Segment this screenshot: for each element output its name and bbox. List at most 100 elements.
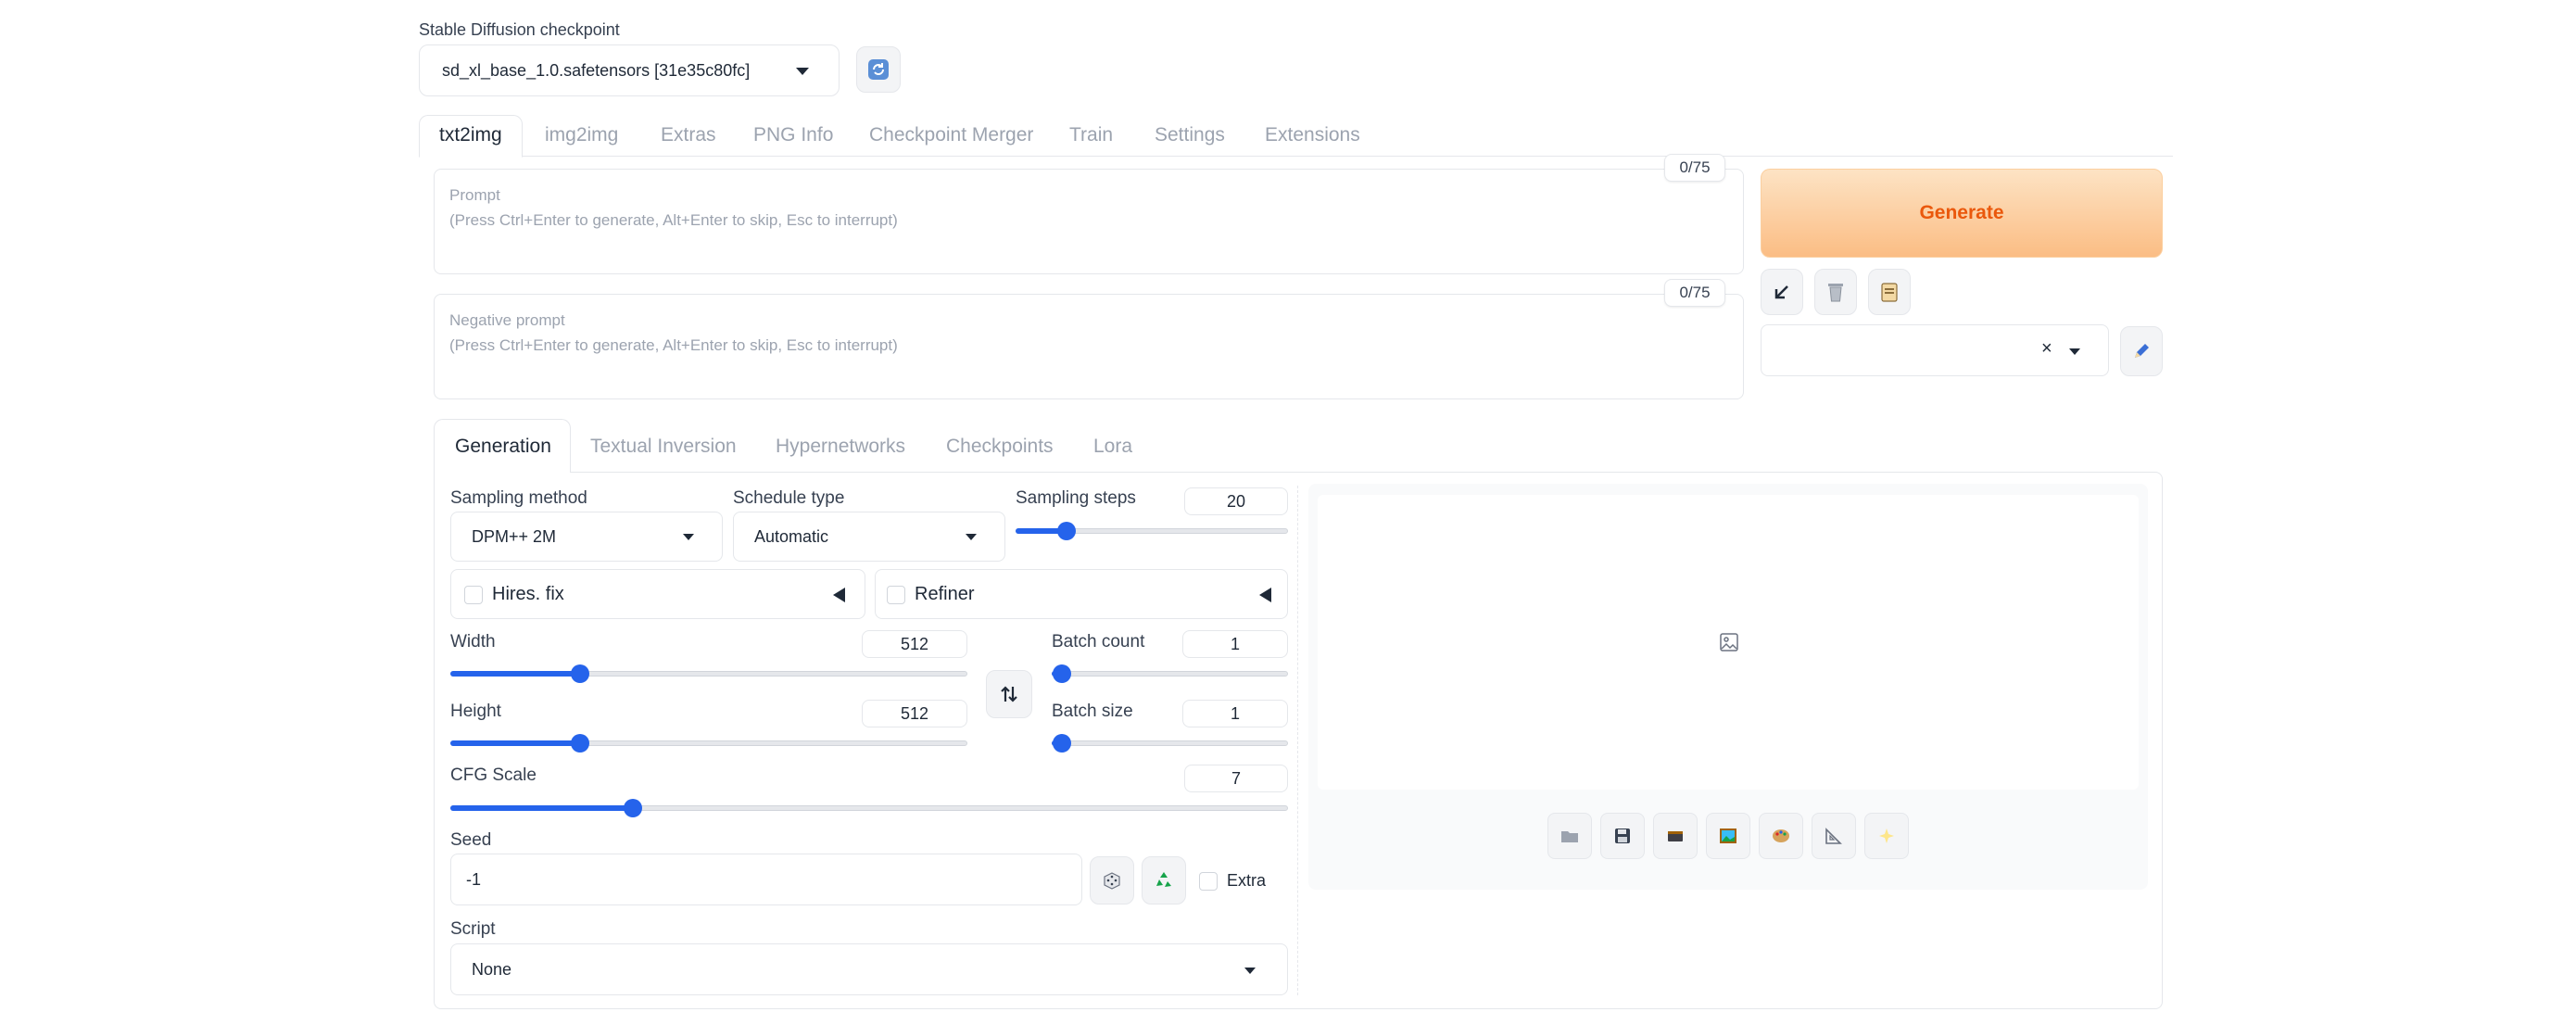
paste-prompt-button[interactable] [1761, 269, 1803, 315]
send-to-extras-button[interactable] [1812, 813, 1856, 859]
refiner-checkbox[interactable] [887, 586, 905, 604]
zip-button[interactable] [1653, 813, 1698, 859]
sparkles-icon [1879, 829, 1894, 843]
height-slider[interactable] [450, 734, 967, 753]
random-seed-button[interactable] [1090, 856, 1134, 904]
image-icon [1720, 633, 1738, 651]
height-input[interactable]: 512 [862, 700, 967, 727]
slider-thumb[interactable] [571, 664, 589, 683]
width-input[interactable]: 512 [862, 630, 967, 658]
swap-dimensions-button[interactable] [986, 670, 1032, 718]
chevron-down-icon [966, 534, 977, 540]
collapse-triangle-icon[interactable] [1259, 588, 1271, 602]
tab-png-info[interactable]: PNG Info [753, 124, 833, 146]
clear-prompt-button[interactable] [1814, 269, 1857, 315]
extra-seed-label: Extra [1227, 871, 1267, 890]
edit-styles-button[interactable] [2120, 326, 2163, 376]
sampling-method-dropdown[interactable]: DPM++ 2M [450, 512, 723, 562]
seed-value: -1 [466, 869, 482, 889]
checkpoint-value: sd_xl_base_1.0.safetensors [31e35c80fc] [442, 60, 751, 80]
seed-input[interactable]: -1 [450, 854, 1082, 905]
open-folder-button[interactable] [1547, 813, 1592, 859]
sampling-steps-input[interactable]: 20 [1184, 487, 1288, 515]
schedule-type-dropdown[interactable]: Automatic [733, 512, 1005, 562]
slider-thumb[interactable] [1057, 522, 1076, 540]
tab-settings[interactable]: Settings [1155, 124, 1225, 146]
height-label: Height [450, 702, 501, 721]
slider-fill [450, 671, 579, 677]
chevron-down-icon [2069, 348, 2080, 355]
extra-seed-checkbox[interactable] [1199, 872, 1218, 891]
prompt-placeholder: (Press Ctrl+Enter to generate, Alt+Enter… [449, 211, 898, 229]
batch-count-label: Batch count [1052, 632, 1145, 651]
slider-thumb[interactable] [1053, 734, 1071, 753]
tab-checkpoints[interactable]: Checkpoints [946, 436, 1054, 458]
cfg-scale-input[interactable]: 7 [1184, 765, 1288, 792]
slider-thumb[interactable] [571, 734, 589, 753]
reuse-seed-button[interactable] [1142, 856, 1186, 904]
width-slider[interactable] [450, 664, 967, 683]
tab-lora[interactable]: Lora [1093, 436, 1132, 458]
batch-size-label: Batch size [1052, 702, 1133, 721]
batch-size-slider[interactable] [1052, 734, 1288, 753]
generate-button[interactable]: Generate [1761, 169, 2163, 258]
archive-icon [1668, 831, 1683, 841]
pencil-icon [2135, 344, 2149, 358]
sampling-method-label: Sampling method [450, 488, 587, 508]
send-to-img2img-button[interactable] [1706, 813, 1750, 859]
slider-fill [450, 740, 579, 746]
seed-label: Seed [450, 830, 492, 850]
cfg-scale-label: CFG Scale [450, 765, 537, 785]
palette-icon [1773, 829, 1789, 842]
collapse-triangle-icon[interactable] [833, 588, 845, 602]
sampling-steps-label: Sampling steps [1016, 488, 1136, 508]
upscale-button[interactable] [1864, 813, 1909, 859]
close-icon[interactable]: × [2041, 338, 2052, 360]
column-divider [1297, 486, 1298, 995]
prompt-input[interactable]: Prompt (Press Ctrl+Enter to generate, Al… [434, 169, 1744, 274]
slider-thumb[interactable] [624, 799, 642, 817]
refresh-checkpoint-button[interactable] [856, 46, 901, 93]
cfg-scale-slider[interactable] [450, 799, 1288, 817]
refiner-accordion[interactable]: Refiner [875, 569, 1288, 619]
swap-icon [1001, 686, 1017, 702]
tab-txt2img[interactable]: txt2img [439, 124, 502, 146]
batch-size-input[interactable]: 1 [1182, 700, 1288, 727]
schedule-type-label: Schedule type [733, 488, 845, 508]
sampling-steps-slider[interactable] [1016, 522, 1288, 540]
styles-dropdown[interactable]: × [1761, 324, 2109, 376]
negative-prompt-label: Negative prompt [449, 311, 565, 329]
negative-prompt-input[interactable]: Negative prompt (Press Ctrl+Enter to gen… [434, 294, 1744, 399]
tab-hypernetworks[interactable]: Hypernetworks [776, 436, 905, 458]
batch-count-slider[interactable] [1052, 664, 1288, 683]
sampling-method-value: DPM++ 2M [472, 526, 557, 546]
hires-fix-checkbox[interactable] [464, 586, 483, 604]
arrow-down-left-icon [1774, 285, 1788, 299]
hires-fix-accordion[interactable]: Hires. fix [450, 569, 865, 619]
refiner-label: Refiner [915, 584, 975, 604]
tab-extensions[interactable]: Extensions [1265, 124, 1360, 146]
prompt-token-counter: 0/75 [1664, 154, 1725, 182]
tab-train[interactable]: Train [1069, 124, 1113, 146]
styles-button[interactable] [1868, 269, 1911, 315]
script-value: None [472, 959, 512, 979]
tab-join [435, 472, 570, 474]
floppy-disk-icon [1615, 829, 1630, 843]
folder-icon [1561, 831, 1578, 842]
dice-icon [1104, 872, 1120, 890]
checkpoint-dropdown[interactable]: sd_xl_base_1.0.safetensors [31e35c80fc] [419, 44, 840, 96]
recycle-icon [1156, 872, 1171, 887]
schedule-type-value: Automatic [754, 526, 829, 546]
tab-textual-inversion[interactable]: Textual Inversion [590, 436, 737, 458]
tab-generation[interactable]: Generation [455, 436, 551, 458]
save-button[interactable] [1600, 813, 1645, 859]
tab-checkpoint-merger[interactable]: Checkpoint Merger [869, 124, 1033, 146]
batch-count-input[interactable]: 1 [1182, 630, 1288, 658]
send-to-inpaint-button[interactable] [1759, 813, 1803, 859]
script-dropdown[interactable]: None [450, 943, 1288, 995]
slider-thumb[interactable] [1053, 664, 1071, 683]
chevron-down-icon [1244, 968, 1256, 974]
tab-img2img[interactable]: img2img [545, 124, 618, 146]
chevron-down-icon [683, 534, 694, 540]
tab-extras[interactable]: Extras [661, 124, 716, 146]
